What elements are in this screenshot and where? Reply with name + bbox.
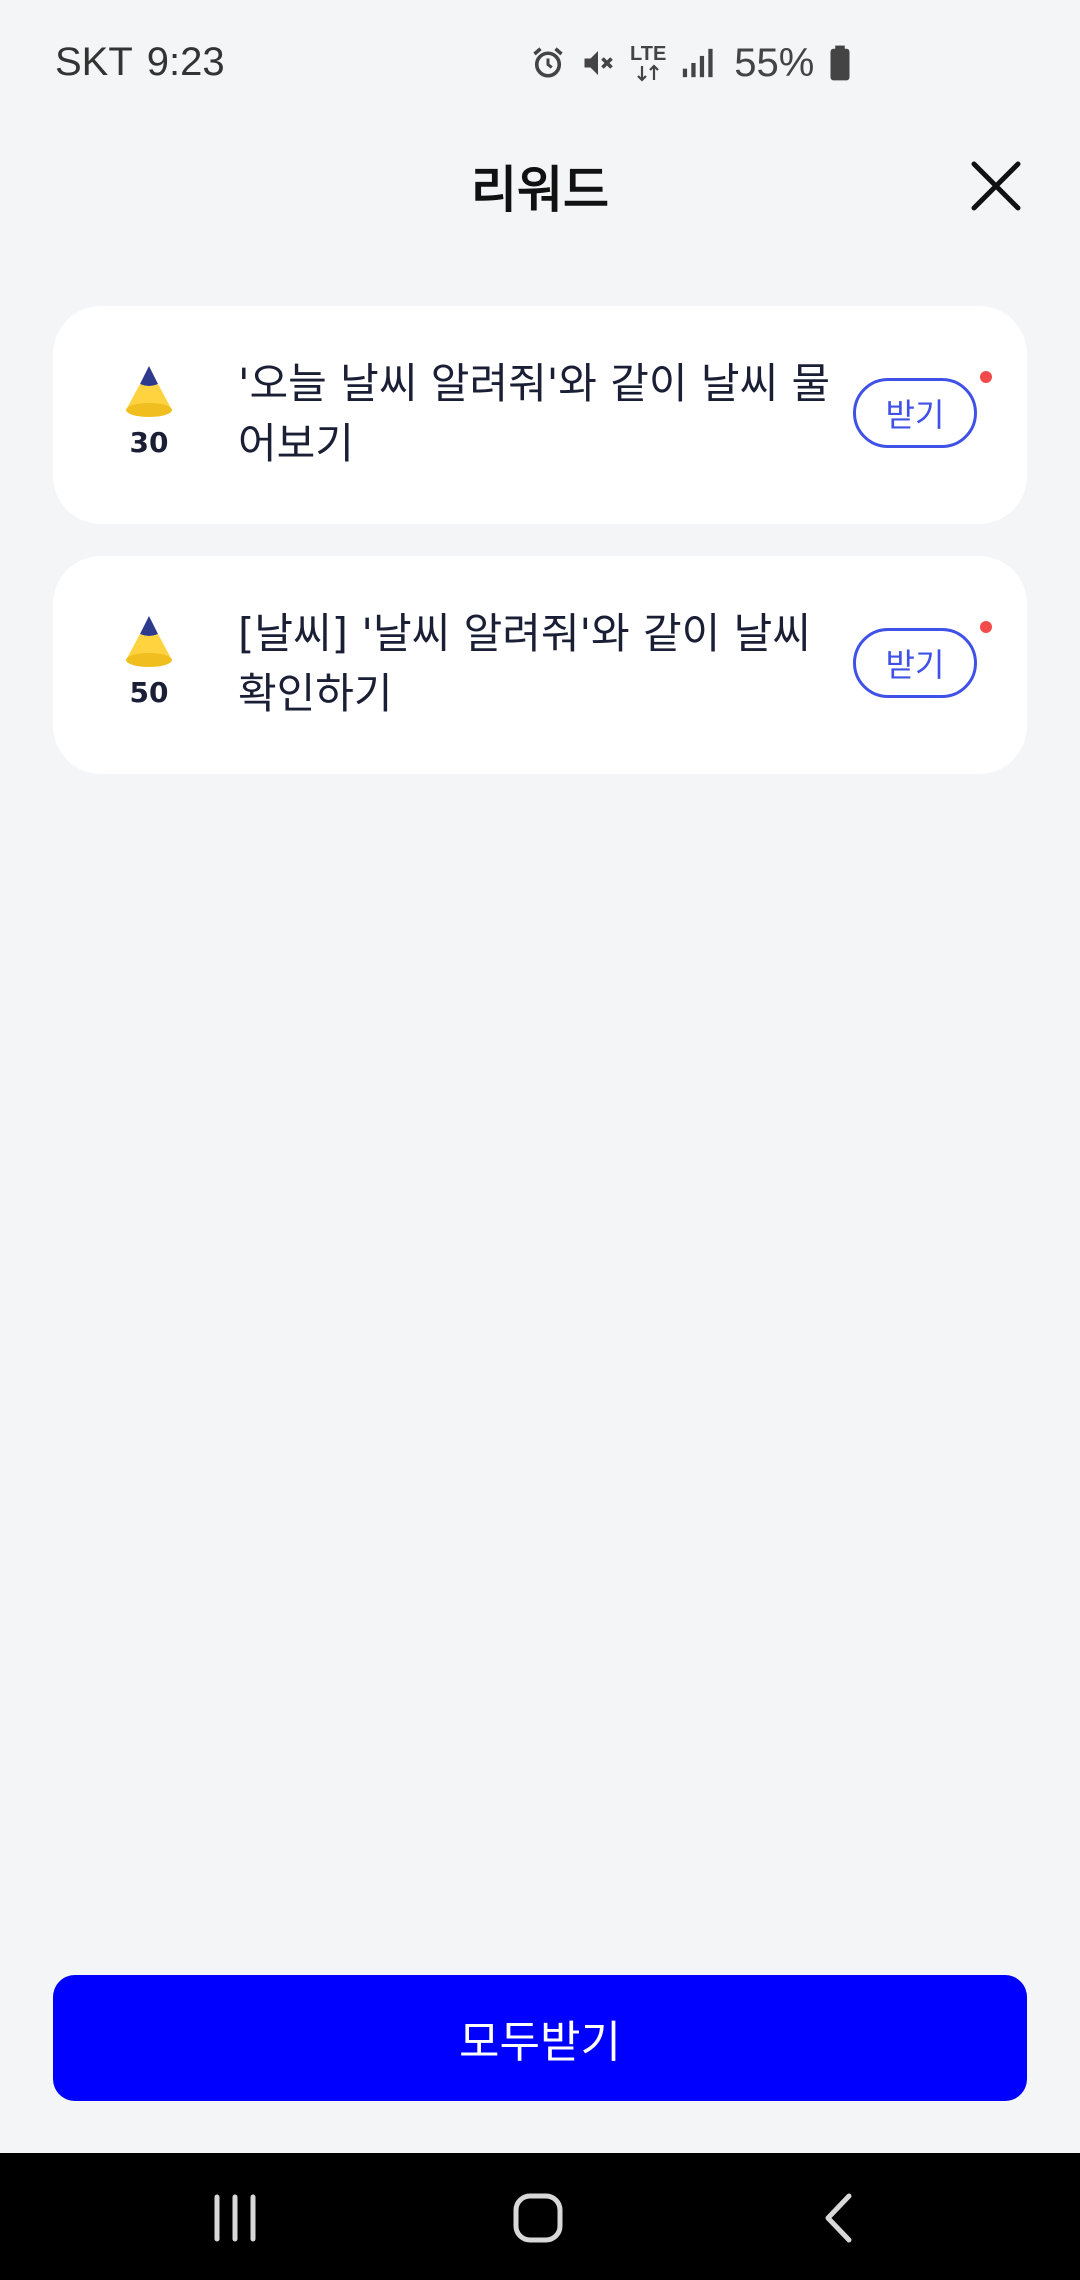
reward-card: 50 [날씨] '날씨 알려줘'와 같이 날씨 확인하기 받기	[53, 556, 1027, 774]
reward-cone-icon	[126, 366, 172, 417]
reward-description: [날씨] '날씨 알려줘'와 같이 날씨 확인하기	[238, 609, 811, 718]
new-badge-dot	[980, 371, 992, 383]
new-badge-dot	[980, 621, 992, 633]
reward-amount: 50	[129, 676, 169, 709]
header: 리워드	[0, 130, 1080, 230]
lte-icon: LTE	[630, 44, 666, 82]
claim-button[interactable]: 받기	[853, 378, 977, 448]
navigation-bar	[0, 2153, 1080, 2280]
close-button[interactable]	[960, 150, 1032, 222]
recents-icon[interactable]	[200, 2183, 270, 2253]
battery-percent: 55%	[734, 40, 815, 85]
close-icon	[971, 161, 1021, 211]
network-type: LTE	[630, 43, 667, 65]
reward-amount: 30	[129, 426, 169, 459]
reward-description: '오늘 날씨 알려줘'와 같이 날씨 물어보기	[238, 359, 831, 468]
status-left: SKT 9:23	[55, 40, 239, 85]
status-icons: LTE 55%	[530, 38, 852, 88]
signal-icon	[683, 48, 713, 78]
claim-all-button[interactable]: 모두받기	[53, 1975, 1027, 2101]
alarm-icon	[533, 47, 563, 78]
reward-cone-icon	[126, 616, 172, 667]
home-icon[interactable]	[503, 2183, 573, 2253]
claim-button[interactable]: 받기	[853, 628, 977, 698]
clock-time: 9:23	[146, 40, 225, 84]
page-title: 리워드	[471, 161, 609, 219]
reward-card: 30 '오늘 날씨 알려줘'와 같이 날씨 물어보기 받기	[53, 306, 1027, 524]
back-icon[interactable]	[805, 2183, 875, 2253]
status-bar: SKT 9:23 LTE 55%	[0, 0, 1080, 130]
battery-icon	[830, 45, 850, 81]
mute-icon	[584, 51, 613, 75]
carrier-label: SKT	[55, 40, 133, 84]
